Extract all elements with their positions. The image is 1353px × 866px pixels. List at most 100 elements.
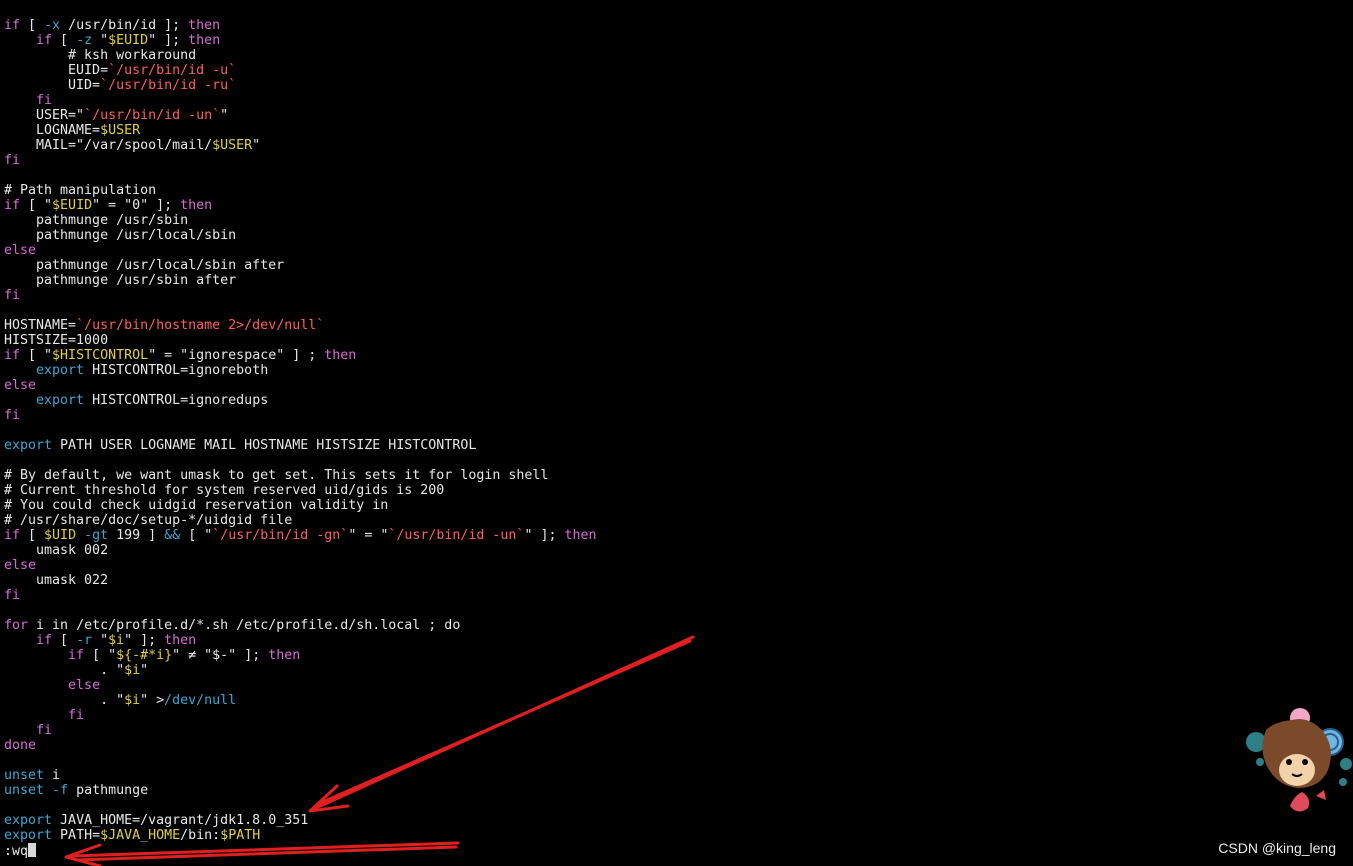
code-token: export xyxy=(36,393,85,408)
code-token: i xyxy=(44,768,61,783)
code-line: unset -f pathmunge xyxy=(4,783,597,798)
code-line: HISTSIZE=1000 xyxy=(4,333,597,348)
code-token: else xyxy=(4,243,37,258)
code-token: then xyxy=(188,18,221,33)
code-token: USER=" xyxy=(4,108,85,123)
code-token: && xyxy=(164,528,181,543)
code-token: # ksh workaround xyxy=(4,48,197,63)
code-token: $EUID xyxy=(108,33,149,48)
code-line: if [ $UID -gt 199 ] && [ "`/usr/bin/id -… xyxy=(4,528,597,543)
code-token: # Path manipulation xyxy=(4,183,157,198)
code-token: fi xyxy=(36,93,53,108)
code-token: " = "ignorespace" ] ; xyxy=(148,348,325,363)
code-token: # Current threshold for system reserved … xyxy=(4,483,445,498)
code-token: [ xyxy=(20,528,45,543)
code-token: . " xyxy=(4,663,125,678)
code-token: $EUID xyxy=(52,198,93,213)
code-token: `/usr/bin/id -gn` xyxy=(212,528,349,543)
code-token: " ]; xyxy=(148,33,189,48)
code-token: $JAVA_HOME xyxy=(100,828,181,843)
code-token: pathmunge /usr/sbin after xyxy=(4,273,237,288)
code-token: [ xyxy=(52,33,77,48)
code-token: /usr/bin/id ]; xyxy=(60,18,189,33)
code-token: else xyxy=(4,378,37,393)
code-token: i in /etc/profile.d/*.sh /etc/profile.d/… xyxy=(28,618,461,633)
code-token: JAVA_HOME=/vagrant/jdk1.8.0_351 xyxy=(52,813,309,828)
code-line: pathmunge /usr/sbin xyxy=(4,213,597,228)
code-token: export xyxy=(4,828,53,843)
code-line: else xyxy=(4,243,597,258)
code-line: if [ "$HISTCONTROL" = "ignorespace" ] ; … xyxy=(4,348,597,363)
code-token: -f xyxy=(52,783,69,798)
code-token: # You could check uidgid reservation val… xyxy=(4,498,389,513)
code-line: export HISTCONTROL=ignoredups xyxy=(4,393,597,408)
code-token: fi xyxy=(4,288,21,303)
code-line: export JAVA_HOME=/vagrant/jdk1.8.0_351 xyxy=(4,813,597,828)
code-token: fi xyxy=(4,588,21,603)
code-line: fi xyxy=(4,93,597,108)
command-text: :wq xyxy=(4,844,29,859)
vim-command-line[interactable]: :wq xyxy=(4,843,597,859)
code-token: PATH= xyxy=(52,828,101,843)
code-token: " xyxy=(92,33,109,48)
code-line: LOGNAME=$USER xyxy=(4,123,597,138)
code-line: EUID=`/usr/bin/id -u` xyxy=(4,63,597,78)
code-line: . "$i" >/dev/null xyxy=(4,693,597,708)
code-token: if xyxy=(4,348,21,363)
code-line: if [ -z "$EUID" ]; then xyxy=(4,33,597,48)
code-token: for xyxy=(4,618,29,633)
code-line: export HISTCONTROL=ignoreboth xyxy=(4,363,597,378)
code-token: [ " xyxy=(84,648,117,663)
code-token: export xyxy=(36,363,85,378)
code-token: $UID xyxy=(44,528,77,543)
code-token: # /usr/share/doc/setup-*/uidgid file xyxy=(4,513,293,528)
code-line: fi xyxy=(4,723,597,738)
code-line: if [ "${-#*i}" ≠ "$-" ]; then xyxy=(4,648,597,663)
vim-editor[interactable]: if [ -x /usr/bin/id ]; then if [ -z "$EU… xyxy=(4,18,597,859)
code-token: " > xyxy=(140,693,165,708)
code-token: $i xyxy=(108,633,125,648)
code-line: pathmunge /usr/local/sbin after xyxy=(4,258,597,273)
code-token: umask 002 xyxy=(4,543,109,558)
code-line: # You could check uidgid reservation val… xyxy=(4,498,597,513)
code-line: fi xyxy=(4,153,597,168)
code-line: MAIL="/var/spool/mail/$USER" xyxy=(4,138,597,153)
code-token: then xyxy=(324,348,357,363)
code-token: fi xyxy=(4,408,21,423)
code-token: HOSTNAME= xyxy=(4,318,77,333)
code-token: `/usr/bin/id -ru` xyxy=(100,78,237,93)
code-token: if xyxy=(4,198,21,213)
text-cursor xyxy=(28,843,37,857)
code-token: if xyxy=(36,33,53,48)
code-line: # /usr/share/doc/setup-*/uidgid file xyxy=(4,513,597,528)
code-token: [ " xyxy=(20,198,53,213)
code-token: pathmunge /usr/sbin xyxy=(4,213,189,228)
code-token: -z xyxy=(76,33,93,48)
code-token: if xyxy=(4,18,21,33)
code-token: -x xyxy=(44,18,61,33)
code-line: # ksh workaround xyxy=(4,48,597,63)
code-token: LOGNAME= xyxy=(4,123,101,138)
code-token: -r xyxy=(76,633,93,648)
code-token: # By default, we want umask to get set. … xyxy=(4,468,549,483)
code-token: fi xyxy=(4,153,21,168)
code-token: /dev/null xyxy=(164,693,237,708)
code-token: then xyxy=(188,33,221,48)
code-line: if [ -r "$i" ]; then xyxy=(4,633,597,648)
code-token: $PATH xyxy=(220,828,261,843)
code-token: " xyxy=(92,633,109,648)
code-token: " xyxy=(140,663,149,678)
